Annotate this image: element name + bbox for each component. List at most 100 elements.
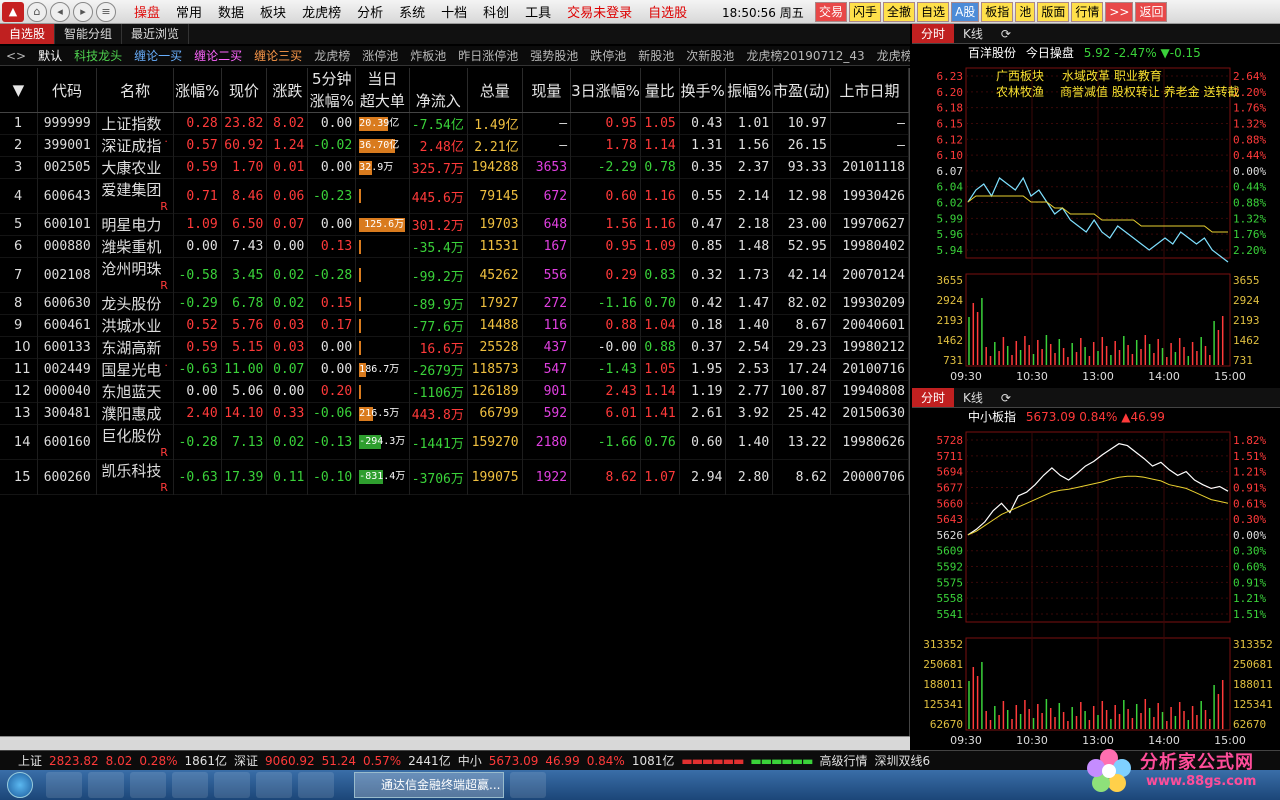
chart1-tab-1[interactable]: K线 xyxy=(954,24,992,43)
taskbar-active-window[interactable]: 通达信金融终端超赢... xyxy=(354,772,504,798)
header-name[interactable]: 名称 xyxy=(96,68,174,113)
header-amplitude[interactable]: 振幅% xyxy=(725,68,774,113)
header-cur[interactable]: 现量 xyxy=(522,68,572,113)
tool-button-1[interactable]: 闪手 xyxy=(849,2,882,22)
taskbar-app-3[interactable] xyxy=(130,772,166,798)
header-volratio[interactable]: 量比 xyxy=(640,68,680,113)
tab-2[interactable]: 最近浏览 xyxy=(122,24,190,44)
table-row[interactable]: 10 600133 东湖高新 0.59 5.15 0.03 0.00 16.6万 25528 43… xyxy=(0,336,910,359)
forward-icon[interactable]: ▸ xyxy=(73,1,93,22)
tool-button-2[interactable]: 全撤 xyxy=(883,2,916,22)
favorites-icon[interactable]: ≡ xyxy=(96,1,116,22)
tool-button-6[interactable]: 池 xyxy=(1015,2,1036,22)
menu-item-5[interactable]: 分析 xyxy=(349,2,391,21)
menu-item-7[interactable]: 十档 xyxy=(433,2,475,21)
taskbar-app-7[interactable] xyxy=(298,772,334,798)
table-row[interactable]: 12 000040 东旭蓝天 0.00 5.06 0.00 0.20 -1106万 126189… xyxy=(0,380,910,403)
status-sz-label[interactable]: 深证 xyxy=(234,752,265,769)
header-listed[interactable]: 上市日期 xyxy=(830,68,910,113)
header-pct5[interactable]: 5分钟 涨幅% xyxy=(307,68,357,113)
table-row[interactable]: 1 999999 上证指数 0.28 23.82 8.02 0.00 20.39亿 -7.54亿… xyxy=(0,112,910,135)
start-button[interactable] xyxy=(0,770,40,800)
category-tab-12[interactable]: 次新股池 xyxy=(680,46,740,65)
header-pct[interactable]: 涨幅% xyxy=(173,68,222,113)
menu-item-1[interactable]: 常用 xyxy=(168,2,210,21)
horizontal-scrollbar[interactable] xyxy=(0,736,910,750)
category-tab-9[interactable]: 强势股池 xyxy=(524,46,584,65)
table-row[interactable]: 8 600630 龙头股份 -0.29 6.78 0.02 0.15 -89.9万 17927 2… xyxy=(0,292,910,315)
taskbar-app-4[interactable] xyxy=(172,772,208,798)
category-tab-14[interactable]: 龙虎榜2 xyxy=(871,46,910,65)
chart2-tab-0[interactable]: 分时 xyxy=(912,388,955,407)
sort-arrow-icon[interactable]: ▼ xyxy=(0,68,38,113)
tab-0[interactable]: 自选股 xyxy=(0,24,56,44)
table-row[interactable]: 7 002108 沧州明珠 R -0.58 3.45 0.02 -0.28 -99.2万 4526… xyxy=(0,257,910,293)
category-tab-3[interactable]: 缠论二买 xyxy=(188,46,248,65)
category-tab-8[interactable]: 昨日涨停池 xyxy=(452,46,524,65)
header-turnover[interactable]: 换手% xyxy=(679,68,727,113)
category-tab-10[interactable]: 跌停池 xyxy=(584,46,632,65)
category-tab-13[interactable]: 龙虎榜20190712_43 xyxy=(740,46,870,65)
table-row[interactable]: 13 300481 濮阳惠成 2.40 14.10 0.33 -0.06 216.5万 443.… xyxy=(0,402,910,425)
chart2-tab-1[interactable]: K线 xyxy=(954,388,992,407)
header-vol[interactable]: 总量 xyxy=(467,68,523,113)
category-tab-7[interactable]: 炸板池 xyxy=(404,46,452,65)
trade-login-status[interactable]: 交易未登录 xyxy=(559,2,640,21)
tool-button-4[interactable]: A股 xyxy=(951,2,980,22)
taskbar-app-8[interactable] xyxy=(510,772,546,798)
watchlist-menu[interactable]: 自选股 xyxy=(640,2,695,21)
menu-item-8[interactable]: 科创 xyxy=(475,2,517,21)
tool-button-8[interactable]: 行情 xyxy=(1071,2,1104,22)
table-row[interactable]: 15 600260 凯乐科技 R -0.63 17.39 0.11 -0.10 -831.4万 -… xyxy=(0,459,910,495)
chart1-refresh-icon[interactable]: ⟳ xyxy=(992,24,1020,43)
menu-item-0[interactable]: 操盘 xyxy=(126,2,168,21)
header-superb[interactable]: 当日 超大单 xyxy=(355,68,410,113)
table-row[interactable]: 5 600101 明星电力 1.09 6.50 0.07 0.00 125.6万 301.2万 1… xyxy=(0,213,910,236)
tool-button-5[interactable]: 板指 xyxy=(981,2,1014,22)
category-tab-0[interactable]: 默认 xyxy=(32,46,68,65)
taskbar-app-2[interactable] xyxy=(88,772,124,798)
table-row[interactable]: 4 600643 爱建集团 R 0.71 8.46 0.06 -0.23 445.6万 79145… xyxy=(0,178,910,214)
menu-item-2[interactable]: 数据 xyxy=(210,2,252,21)
category-tab-11[interactable]: 新股池 xyxy=(632,46,680,65)
status-zx-label[interactable]: 中小 xyxy=(458,752,489,769)
category-tab-1[interactable]: 科技龙头 xyxy=(68,46,128,65)
tool-button-7[interactable]: 版面 xyxy=(1037,2,1070,22)
category-scroll-icon[interactable]: <> xyxy=(0,46,32,65)
menu-item-3[interactable]: 板块 xyxy=(252,2,294,21)
table-row[interactable]: 9 600461 洪城水业 0.52 5.76 0.03 0.17 -77.6万 14488 11… xyxy=(0,314,910,337)
tool-button-0[interactable]: 交易 xyxy=(815,2,848,22)
chart2-refresh-icon[interactable]: ⟳ xyxy=(992,388,1020,407)
tool-button-3[interactable]: 自选 xyxy=(917,2,950,22)
header-pct3[interactable]: 3日涨幅% xyxy=(570,68,641,113)
table-row[interactable]: 2 399001 深证成指 · 0.57 60.92 1.24 -0.02 36.70亿 2.48… xyxy=(0,134,910,157)
menu-item-6[interactable]: 系统 xyxy=(391,2,433,21)
status-advanced[interactable]: 高级行情 xyxy=(819,752,874,769)
category-tab-2[interactable]: 缠论一买 xyxy=(128,46,188,65)
category-tab-4[interactable]: 缠论三买 xyxy=(248,46,308,65)
tool-button-9[interactable]: >> xyxy=(1105,2,1134,22)
taskbar-app-5[interactable] xyxy=(214,772,250,798)
status-sh-label[interactable]: 上证 xyxy=(0,752,49,769)
chart1-intraday[interactable]: 6.23 2.64% 6.20 2.20% 6.18 1.76% 6.15 1.32% 6.12… xyxy=(912,62,1280,384)
tool-button-10[interactable]: 返回 xyxy=(1135,2,1168,22)
header-chg[interactable]: 涨跌 xyxy=(266,68,309,113)
status-dual[interactable]: 深圳双线6 xyxy=(874,752,937,769)
chart1-tab-0[interactable]: 分时 xyxy=(912,24,955,43)
taskbar-app-6[interactable] xyxy=(256,772,292,798)
table-row[interactable]: 14 600160 巨化股份 R -0.28 7.13 0.02 -0.13 -294.3万 -1… xyxy=(0,424,910,460)
header-pe[interactable]: 市盈(动) xyxy=(772,68,831,113)
taskbar-app-ie[interactable] xyxy=(46,772,82,798)
header-code[interactable]: 代码 xyxy=(37,68,98,113)
header-price[interactable]: 现价 xyxy=(221,68,268,113)
home-icon[interactable]: ⌂ xyxy=(27,1,47,22)
table-row[interactable]: 3 002505 大康农业 0.59 1.70 0.01 0.00 32.9万 325.7万 19… xyxy=(0,156,910,179)
table-row[interactable]: 11 002449 国星光电 · -0.63 11.00 0.07 0.00 186.7万 -26… xyxy=(0,358,910,381)
back-icon[interactable]: ◂ xyxy=(50,1,70,22)
menu-item-9[interactable]: 工具 xyxy=(517,2,559,21)
header-inflow[interactable]: 净流入 xyxy=(409,68,468,113)
category-tab-5[interactable]: 龙虎榜 xyxy=(308,46,356,65)
tab-1[interactable]: 智能分组 xyxy=(55,24,123,44)
chart2-intraday[interactable]: 5728 1.82% 5711 1.51% 5694 1.21% 5677 0.91% 5660… xyxy=(912,426,1280,752)
menu-item-4[interactable]: 龙虎榜 xyxy=(294,2,349,21)
